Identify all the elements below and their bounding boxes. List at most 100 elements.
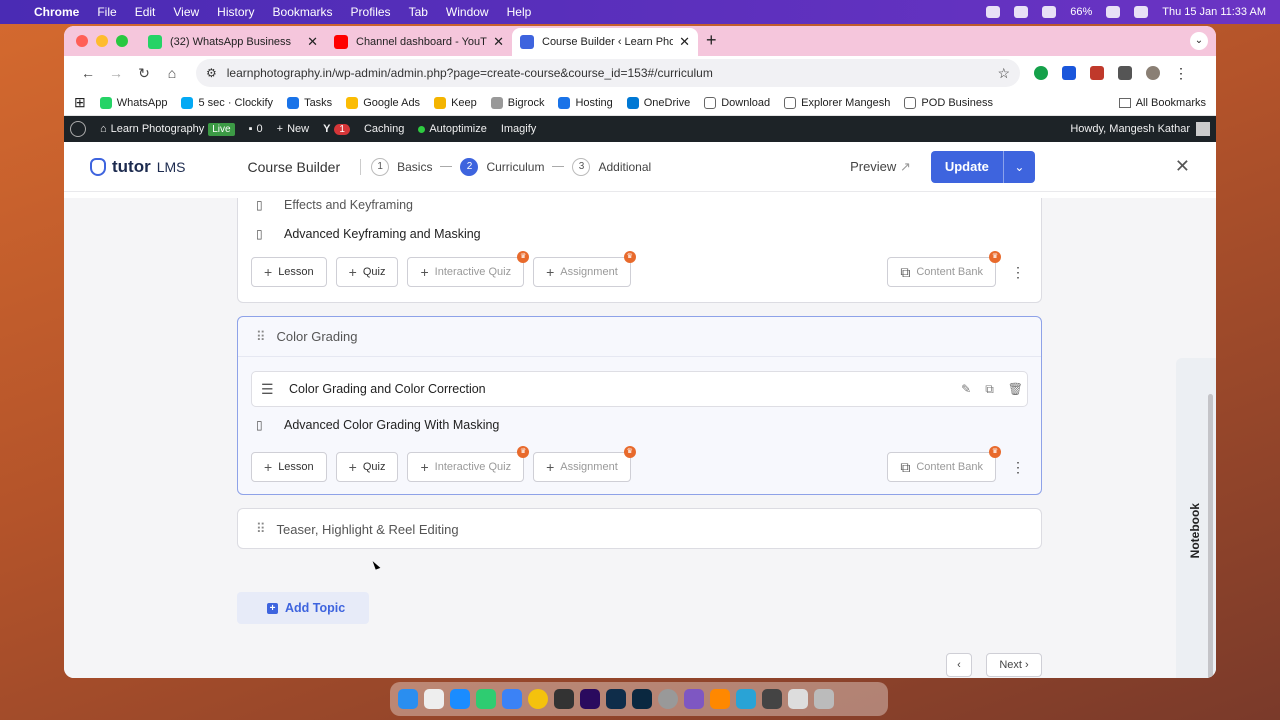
app-store-icon[interactable] — [450, 689, 470, 709]
comments-link[interactable]: ▪ 0 — [249, 123, 263, 135]
whatsapp-icon[interactable] — [476, 689, 496, 709]
bookmark-whatsapp[interactable]: WhatsApp — [99, 96, 167, 109]
bookmark-google-ads[interactable]: Google Ads — [346, 96, 420, 109]
bookmark-onedrive[interactable]: OneDrive — [626, 96, 690, 109]
preview-icon[interactable] — [788, 689, 808, 709]
menu-help[interactable]: Help — [507, 5, 532, 19]
apps-grid-icon[interactable]: ⊞ — [74, 94, 86, 111]
davinci-icon[interactable] — [554, 689, 574, 709]
step-additional[interactable]: 3 Additional — [572, 157, 651, 176]
search-icon[interactable] — [1106, 6, 1121, 18]
clock[interactable]: Thu 15 Jan 11:33 AM — [1162, 6, 1266, 18]
photoshop-icon[interactable] — [632, 689, 652, 709]
new-tab-icon[interactable]: + — [706, 30, 717, 51]
content-bank-button[interactable]: ⧉ Content Bank ♛ — [887, 446, 1001, 482]
tab-course-builder[interactable]: Course Builder ‹ Learn Photo ✕ — [512, 28, 698, 56]
add-quiz-button[interactable]: + Quiz — [335, 257, 399, 287]
lightroom-icon[interactable] — [606, 689, 626, 709]
step-curriculum[interactable]: 2 Curriculum — [460, 157, 544, 176]
step-basics[interactable]: 1 Basics — [371, 157, 432, 176]
trash-icon[interactable]: 🗑 — [1008, 382, 1023, 397]
autoptimize-link[interactable]: Autoptimize — [418, 123, 487, 135]
chevron-down-icon[interactable]: ⌄ — [1002, 150, 1035, 183]
add-assignment-button[interactable]: + Assignment ♛ — [533, 251, 636, 287]
vlc-icon[interactable] — [710, 689, 730, 709]
menu-view[interactable]: View — [173, 5, 199, 19]
add-quiz-button[interactable]: + Quiz — [335, 452, 399, 482]
kebab-menu-icon[interactable]: ⋮ — [1174, 66, 1188, 80]
add-lesson-button[interactable]: + Lesson — [251, 452, 327, 482]
close-tab-icon[interactable]: ✕ — [307, 34, 318, 50]
menu-profiles[interactable]: Profiles — [351, 5, 391, 19]
grammarly-icon[interactable] — [1034, 66, 1048, 80]
add-interactive-quiz-button[interactable]: + Interactive Quiz ♛ — [407, 446, 530, 482]
next-button[interactable]: Next › — [986, 653, 1042, 677]
settings-icon[interactable] — [658, 689, 678, 709]
menu-app-name[interactable]: Chrome — [34, 5, 79, 19]
site-name-link[interactable]: ⌂ Learn Photography Live — [100, 122, 235, 136]
extension-icon[interactable] — [1090, 66, 1104, 80]
bookmark-bigrock[interactable]: Bigrock — [490, 96, 544, 109]
address-bar[interactable]: ⚙ learnphotography.in/wp-admin/admin.php… — [196, 59, 1020, 87]
lesson-item[interactable]: ▯ Advanced Color Grading With Masking — [256, 407, 1023, 443]
edit-icon[interactable]: ✎ — [961, 382, 971, 397]
tutor-lms-logo[interactable]: tutor LMS — [90, 157, 186, 177]
bookmark-clockify[interactable]: 5 sec · Clockify — [181, 96, 273, 109]
user-menu[interactable]: Howdy, Mangesh Kathar — [1070, 122, 1210, 136]
menu-history[interactable]: History — [217, 5, 254, 19]
imagify-link[interactable]: Imagify — [501, 123, 536, 135]
all-bookmarks[interactable]: All Bookmarks — [1118, 97, 1206, 109]
content-bank-button[interactable]: ⧉ Content Bank ♛ — [887, 251, 1001, 287]
close-tab-icon[interactable]: ✕ — [493, 34, 504, 50]
lesson-item[interactable]: ▯ Advanced Keyframing and Masking — [256, 216, 1023, 252]
drag-handle-icon[interactable]: ☰ — [261, 381, 275, 398]
wifi-icon[interactable] — [1042, 6, 1057, 18]
app-icon[interactable] — [736, 689, 756, 709]
tab-youtube[interactable]: Channel dashboard - YouTube ✕ — [326, 28, 512, 56]
back-icon[interactable]: ← — [74, 65, 102, 81]
lesson-item[interactable]: ☰ Color Grading and Color Correction ✎ ⧉ 🗑 — [251, 371, 1028, 407]
extension-icon[interactable] — [1062, 66, 1076, 80]
minimize-window-button[interactable] — [96, 35, 108, 47]
duplicate-icon[interactable]: ⧉ — [985, 382, 994, 397]
app-icon[interactable] — [502, 689, 522, 709]
add-topic-button[interactable]: + Add Topic — [237, 592, 369, 624]
bookmark-explorer-folder[interactable]: Explorer Mangesh — [784, 96, 890, 109]
menu-bookmarks[interactable]: Bookmarks — [273, 5, 333, 19]
close-window-button[interactable] — [76, 35, 88, 47]
home-icon[interactable]: ⌂ — [158, 65, 186, 81]
menu-file[interactable]: File — [97, 5, 116, 19]
premiere-icon[interactable] — [580, 689, 600, 709]
update-button[interactable]: Update ⌄ — [930, 150, 1035, 183]
new-content-link[interactable]: + New — [277, 123, 309, 135]
scrollbar[interactable] — [1208, 394, 1213, 678]
wordpress-logo-icon[interactable] — [70, 121, 86, 137]
topic-header[interactable]: ⠿ Teaser, Highlight & Reel Editing — [238, 509, 1041, 549]
bookmark-keep[interactable]: Keep — [434, 96, 477, 109]
zoom-window-button[interactable] — [116, 35, 128, 47]
url-text[interactable]: learnphotography.in/wp-admin/admin.php?p… — [227, 66, 713, 80]
drag-handle-icon[interactable]: ⠿ — [256, 329, 265, 345]
trash-icon[interactable] — [814, 689, 834, 709]
chrome-icon[interactable] — [528, 689, 548, 709]
menu-edit[interactable]: Edit — [135, 5, 156, 19]
add-interactive-quiz-button[interactable]: + Interactive Quiz ♛ — [407, 251, 530, 287]
bookmark-download-folder[interactable]: Download — [704, 96, 770, 109]
menu-tab[interactable]: Tab — [409, 5, 428, 19]
record-icon[interactable] — [986, 6, 1001, 18]
forward-icon[interactable]: → — [102, 65, 130, 81]
add-assignment-button[interactable]: + Assignment ♛ — [533, 446, 636, 482]
yoast-link[interactable]: Y1 — [323, 123, 350, 135]
bookmark-tasks[interactable]: Tasks — [287, 96, 332, 109]
control-center-icon[interactable] — [1134, 6, 1149, 18]
topic-header[interactable]: ⠿ Color Grading — [238, 317, 1041, 357]
kebab-menu-icon[interactable]: ⋮ — [1008, 264, 1028, 281]
profile-avatar[interactable] — [1146, 66, 1160, 80]
site-info-icon[interactable]: ⚙ — [206, 66, 217, 80]
close-icon[interactable]: ✕ — [1175, 156, 1190, 177]
battery-label[interactable]: 66% — [1070, 6, 1092, 18]
app-icon[interactable] — [684, 689, 704, 709]
puzzle-icon[interactable] — [1118, 66, 1132, 80]
kebab-menu-icon[interactable]: ⋮ — [1008, 459, 1028, 476]
menu-window[interactable]: Window — [446, 5, 489, 19]
